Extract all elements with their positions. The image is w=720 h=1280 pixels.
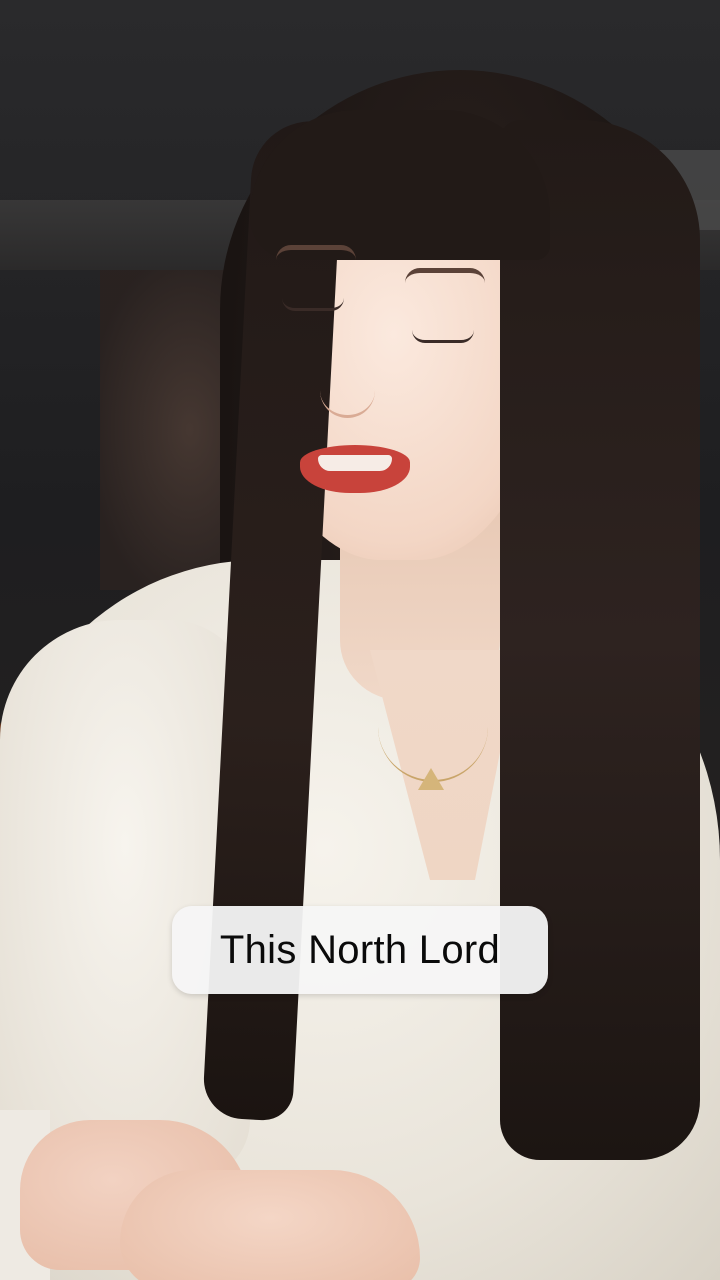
person-eye-right xyxy=(412,330,474,343)
person-teeth xyxy=(318,455,392,471)
person-hand-right xyxy=(120,1170,420,1280)
subtitle-caption: This North Lord xyxy=(172,906,548,994)
subtitle-text: This North Lord xyxy=(219,927,501,972)
video-frame: This North Lord xyxy=(0,0,720,1280)
person-hair-right xyxy=(500,120,700,1160)
person-brow-left xyxy=(276,245,356,260)
person-eye-left xyxy=(282,298,344,311)
person-brow-right xyxy=(405,268,485,283)
person-bangs xyxy=(250,110,550,260)
